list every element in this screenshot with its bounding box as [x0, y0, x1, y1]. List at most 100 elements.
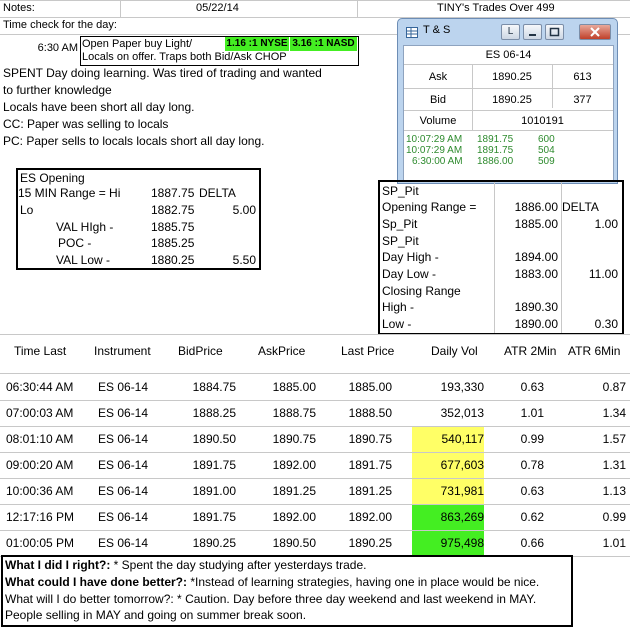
cell-last[interactable]: 1888.50	[330, 406, 392, 420]
ask-price: 1890.25	[492, 71, 532, 83]
cell-bid[interactable]: 1891.75	[170, 510, 236, 524]
trade-size: 600	[538, 134, 555, 145]
range-label: 15 MIN Range = Hi	[18, 186, 121, 200]
cell-daily-vol[interactable]: 193,330	[414, 380, 484, 394]
cell-bid[interactable]: 1890.50	[170, 432, 236, 446]
cell-time[interactable]: 10:00:36 AM	[6, 484, 86, 498]
col-header-atr2[interactable]: ATR 2Min	[504, 344, 556, 358]
cell-ask[interactable]: 1888.75	[250, 406, 316, 420]
review-better-label: What could I have done better?:	[5, 575, 188, 589]
range-lo: 1882.75	[151, 203, 195, 217]
cell-atr2[interactable]: 0.62	[490, 510, 544, 524]
cell-instrument[interactable]: ES 06-14	[98, 536, 158, 550]
col-header-last[interactable]: Last Price	[341, 344, 394, 358]
range-hi: 1887.75	[151, 186, 195, 200]
cell-instrument[interactable]: ES 06-14	[98, 380, 158, 394]
day-low: 1883.00	[514, 267, 558, 281]
cell-ask[interactable]: 1891.25	[250, 484, 316, 498]
link-button[interactable]: L	[501, 24, 520, 40]
cell-atr2[interactable]: 0.63	[490, 484, 544, 498]
cell-last[interactable]: 1891.25	[330, 484, 392, 498]
val-low: 1880.25	[151, 253, 195, 267]
cell-atr2[interactable]: 0.66	[490, 536, 544, 550]
review-right-label: What I did I right?:	[5, 558, 111, 572]
cell-ask[interactable]: 1885.00	[250, 380, 316, 394]
col-header-bid[interactable]: BidPrice	[178, 344, 223, 358]
cell-bid[interactable]: 1884.75	[170, 380, 236, 394]
close-high: 1890.30	[514, 300, 558, 314]
cell-atr6[interactable]: 1.13	[560, 484, 626, 498]
col-header-instrument[interactable]: Instrument	[94, 344, 151, 358]
cell-ask[interactable]: 1892.00	[250, 510, 316, 524]
cell-instrument[interactable]: ES 06-14	[98, 510, 158, 524]
cell-time[interactable]: 12:17:16 PM	[6, 510, 86, 524]
cell-atr6[interactable]: 1.31	[560, 458, 626, 472]
cell-atr6[interactable]: 1.57	[560, 432, 626, 446]
cell-time[interactable]: 07:00:03 AM	[6, 406, 86, 420]
minimize-button[interactable]	[523, 24, 542, 40]
cell-bid[interactable]: 1888.25	[170, 406, 236, 420]
day-high-label: Day High -	[382, 250, 439, 264]
cell-time[interactable]: 09:00:20 AM	[6, 458, 86, 472]
cell-last[interactable]: 1892.00	[330, 510, 392, 524]
cell-instrument[interactable]: ES 06-14	[98, 406, 158, 420]
es-opening-box: ES Opening 15 MIN Range = Hi 1887.75 DEL…	[16, 168, 261, 270]
col-header-atr6[interactable]: ATR 6Min	[568, 344, 620, 358]
col-header-time[interactable]: Time Last	[14, 344, 66, 358]
minimize-icon	[529, 34, 536, 36]
cell-bid[interactable]: 1891.75	[170, 458, 236, 472]
col-header-vol[interactable]: Daily Vol	[431, 344, 478, 358]
val-high-label: VAL HIgh -	[56, 220, 114, 234]
time-and-sales-window[interactable]: T & S L ES 06-14 Ask 1890.25 613 Bid 189…	[397, 18, 618, 184]
cell-atr6[interactable]: 0.99	[560, 510, 626, 524]
maximize-button[interactable]	[545, 24, 564, 40]
delta-3: 0.30	[594, 317, 618, 331]
trade-size: 504	[538, 145, 555, 156]
ask-size: 613	[573, 71, 592, 83]
cell-time[interactable]: 06:30:44 AM	[6, 380, 86, 394]
cell-atr2[interactable]: 0.78	[490, 458, 544, 472]
cell-atr6[interactable]: 1.01	[560, 536, 626, 550]
cell-daily-vol[interactable]: 677,603	[414, 458, 484, 472]
cell-last[interactable]: 1891.75	[330, 458, 392, 472]
cell-bid[interactable]: 1890.25	[170, 536, 236, 550]
delta-2: 5.50	[232, 253, 256, 267]
cell-bid[interactable]: 1891.00	[170, 484, 236, 498]
cell-ask[interactable]: 1890.50	[250, 536, 316, 550]
cell-time[interactable]: 08:01:10 AM	[6, 432, 86, 446]
sp-pit-title: SP_Pit	[382, 184, 419, 198]
cell-atr2[interactable]: 0.63	[490, 380, 544, 394]
cell-last[interactable]: 1890.75	[330, 432, 392, 446]
cell-instrument[interactable]: ES 06-14	[98, 484, 158, 498]
review-better-text: *Instead of learning strategies, having …	[187, 575, 540, 589]
cell-atr2[interactable]: 1.01	[490, 406, 544, 420]
col-header-ask[interactable]: AskPrice	[258, 344, 305, 358]
close-button[interactable]	[579, 24, 611, 40]
note-line: Locals have been short all day long.	[3, 100, 195, 114]
cell-last[interactable]: 1890.25	[330, 536, 392, 550]
cell-daily-vol[interactable]: 731,981	[414, 484, 484, 498]
cell-daily-vol[interactable]: 975,498	[414, 536, 484, 550]
review-tomorrow-line1: What will I do better tomorrow?: * Cauti…	[5, 592, 537, 606]
cell-daily-vol[interactable]: 540,117	[414, 432, 485, 446]
cell-atr6[interactable]: 1.34	[560, 406, 626, 420]
cell-instrument[interactable]: ES 06-14	[98, 432, 158, 446]
cell-ask[interactable]: 1890.75	[250, 432, 316, 446]
cell-daily-vol[interactable]: 352,013	[414, 406, 484, 420]
trade-price: 1891.75	[477, 134, 514, 145]
trade-time: 10:07:29 AM	[406, 134, 463, 145]
nasd-ratio: 3.16 :1 NASD	[290, 37, 357, 51]
cell-atr6[interactable]: 0.87	[560, 380, 626, 394]
cell-time[interactable]: 01:00:05 PM	[6, 536, 86, 550]
cell-instrument[interactable]: ES 06-14	[98, 458, 158, 472]
cell-daily-vol[interactable]: 863,269	[414, 510, 484, 524]
cell-last[interactable]: 1885.00	[330, 380, 392, 394]
open-note-line2: Locals on offer. Traps both Bid/Ask CHOP	[82, 51, 287, 63]
close-low-label: Low -	[382, 317, 412, 331]
val-high: 1885.75	[151, 220, 195, 234]
cell-ask[interactable]: 1892.00	[250, 458, 316, 472]
val-low-label: VAL Low -	[56, 253, 111, 267]
cell-atr2[interactable]: 0.99	[490, 432, 544, 446]
window-titlebar[interactable]: T & S L	[398, 19, 617, 43]
delta-2: 11.00	[588, 267, 618, 281]
